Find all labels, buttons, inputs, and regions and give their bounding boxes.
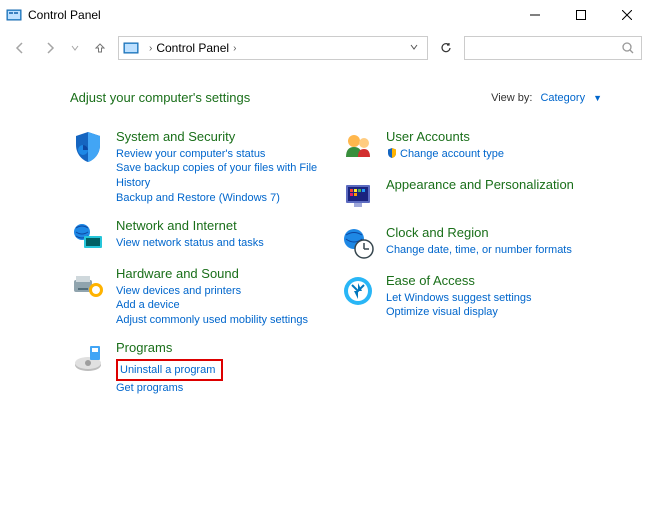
network-icon[interactable]	[70, 218, 106, 254]
title-bar: Control Panel	[0, 0, 650, 30]
chevron-down-icon: ▼	[593, 93, 602, 103]
category-name[interactable]: Clock and Region	[386, 225, 572, 241]
close-button[interactable]	[604, 0, 650, 30]
category: Appearance and Personalization	[340, 177, 592, 213]
page-title: Adjust your computer's settings	[70, 90, 250, 105]
category: Ease of Access Let Windows suggest settin…	[340, 273, 592, 320]
category-name[interactable]: Programs	[116, 340, 223, 356]
task-link[interactable]: Let Windows suggest settings	[386, 291, 532, 306]
programs-icon[interactable]	[70, 340, 106, 376]
maximize-button[interactable]	[558, 0, 604, 30]
refresh-button[interactable]	[434, 36, 458, 60]
task-link[interactable]: Get programs	[116, 381, 223, 396]
task-link[interactable]: Backup and Restore (Windows 7)	[116, 191, 322, 206]
category: System and Security Review your computer'…	[70, 129, 322, 206]
category: Hardware and Sound View devices and print…	[70, 266, 322, 328]
search-input[interactable]	[464, 36, 642, 60]
category-name[interactable]: Ease of Access	[386, 273, 532, 289]
view-by-label: View by:	[491, 92, 532, 104]
view-by-control[interactable]: View by: Category ▼	[491, 92, 602, 104]
category-name[interactable]: Hardware and Sound	[116, 266, 308, 282]
task-link[interactable]: Add a device	[116, 298, 308, 313]
address-dropdown-button[interactable]	[405, 41, 423, 55]
control-panel-icon	[6, 7, 22, 23]
category-name[interactable]: Network and Internet	[116, 218, 264, 234]
ease-icon[interactable]	[340, 273, 376, 309]
search-icon	[621, 41, 635, 55]
category: User Accounts Change account type	[340, 129, 592, 165]
category-name[interactable]: Appearance and Personalization	[386, 177, 574, 193]
window-title: Control Panel	[28, 8, 512, 22]
task-link[interactable]: View devices and printers	[116, 284, 308, 299]
forward-button[interactable]	[38, 36, 62, 60]
chevron-right-icon[interactable]: ›	[233, 43, 236, 54]
hardware-icon[interactable]	[70, 266, 106, 302]
users-icon[interactable]	[340, 129, 376, 165]
category: Clock and Region Change date, time, or nu…	[340, 225, 592, 261]
breadcrumb-root[interactable]: Control Panel	[156, 41, 229, 55]
recent-locations-button[interactable]	[68, 36, 82, 60]
task-link[interactable]: Change account type	[386, 147, 504, 162]
navigation-bar: › Control Panel ›	[0, 30, 650, 66]
view-by-mode[interactable]: Category	[540, 92, 585, 104]
appearance-icon[interactable]	[340, 177, 376, 213]
task-link[interactable]: Review your computer's status	[116, 147, 322, 162]
highlighted-task: Uninstall a program	[116, 359, 223, 381]
content-area: Adjust your computer's settings View by:…	[0, 66, 650, 405]
up-button[interactable]	[88, 36, 112, 60]
back-button[interactable]	[8, 36, 32, 60]
task-link[interactable]: Optimize visual display	[386, 305, 532, 320]
category: Programs Uninstall a program Get programs	[70, 340, 322, 395]
clock-icon[interactable]	[340, 225, 376, 261]
task-link[interactable]: View network status and tasks	[116, 236, 264, 251]
task-link[interactable]: Change date, time, or number formats	[386, 243, 572, 258]
category: Network and Internet View network status …	[70, 218, 322, 254]
category-name[interactable]: System and Security	[116, 129, 322, 145]
shield-icon[interactable]	[70, 129, 106, 165]
task-link[interactable]: Save backup copies of your files with Fi…	[116, 161, 322, 191]
minimize-button[interactable]	[512, 0, 558, 30]
category-name[interactable]: User Accounts	[386, 129, 504, 145]
chevron-right-icon[interactable]: ›	[149, 43, 152, 54]
task-link[interactable]: Adjust commonly used mobility settings	[116, 313, 308, 328]
task-link[interactable]: Uninstall a program	[120, 364, 215, 376]
address-bar[interactable]: › Control Panel ›	[118, 36, 428, 60]
control-panel-icon	[123, 40, 139, 56]
